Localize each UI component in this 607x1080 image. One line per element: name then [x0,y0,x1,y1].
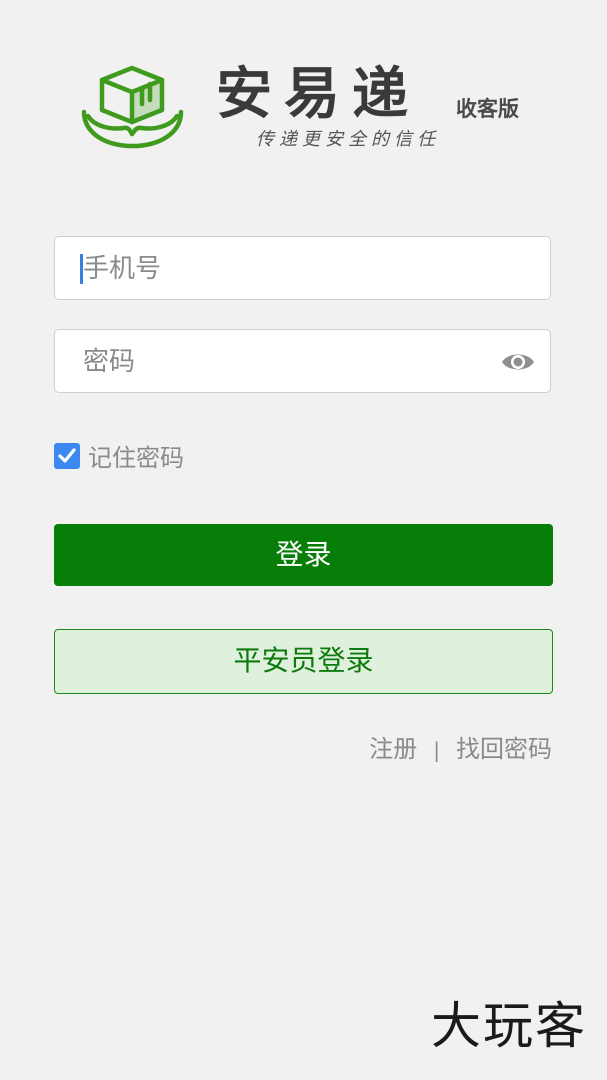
account-links: 注册 | 找回密码 [369,732,552,767]
app-logo-header: 安易递 收客版 传递更安全的信任 [80,60,540,160]
agent-login-button[interactable]: 平安员登录 [54,629,553,694]
password-field[interactable] [54,329,551,394]
check-icon [58,448,76,463]
phone-field[interactable] [54,236,551,301]
link-separator: | [433,738,440,762]
box-hands-logo-icon [81,65,184,149]
remember-label: 记住密码 [88,444,184,472]
password-input[interactable] [81,330,485,394]
remember-checkbox[interactable] [54,443,80,469]
login-button[interactable]: 登录 [54,524,553,586]
watermark: 大玩客 [431,997,587,1055]
edition-label: 收客版 [456,97,519,121]
text-cursor [80,254,83,284]
eye-icon[interactable] [500,348,536,376]
register-link[interactable]: 注册 [369,735,417,763]
brand-name: 安易递 [216,62,420,127]
phone-input[interactable] [81,237,485,301]
forgot-password-link[interactable]: 找回密码 [456,735,552,763]
brand-slogan: 传递更安全的信任 [256,129,440,150]
